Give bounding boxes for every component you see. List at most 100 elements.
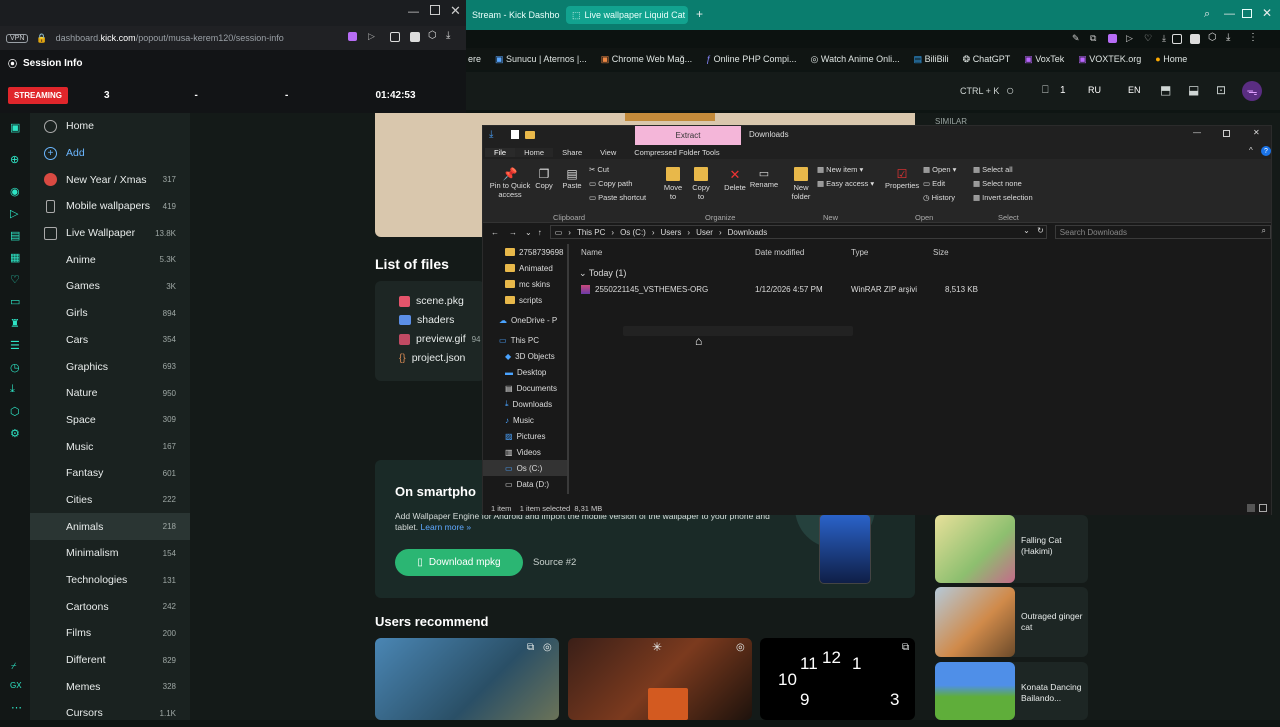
whatsapp-icon[interactable]: ◉ — [10, 185, 20, 198]
cut-button[interactable]: ✂ Cut — [589, 165, 609, 174]
lang-ru[interactable]: RU — [1088, 85, 1101, 95]
minimize-icon[interactable]: — — [1193, 128, 1201, 137]
edit-button[interactable]: ▭ Edit — [923, 179, 945, 188]
tree-item[interactable]: scripts — [483, 292, 569, 308]
bookmark-item[interactable]: ƒ Online PHP Compi... — [706, 54, 796, 64]
restore-icon[interactable] — [1242, 9, 1252, 18]
tree-item[interactable]: ♪ Music — [483, 412, 569, 428]
heart-icon[interactable]: ♡ — [1144, 33, 1152, 44]
sidebar-item-cartoons[interactable]: Cartoons 242 — [30, 593, 190, 620]
notification-icon[interactable]: ⎕ — [1042, 84, 1049, 97]
gx-icon[interactable]: GX — [10, 681, 22, 690]
sidebar-item-home[interactable]: Home — [30, 113, 190, 140]
folder-icon[interactable] — [525, 131, 535, 139]
download-icon[interactable]: ⤓ — [10, 383, 15, 396]
download-mpkg-button[interactable]: ▯ Download mpkg — [395, 549, 523, 576]
file-item[interactable]: shaders — [399, 314, 454, 326]
download-icon[interactable]: ⤓ — [1162, 33, 1166, 44]
tree-item[interactable]: ☁ OneDrive - P — [483, 312, 569, 328]
lang-en[interactable]: EN — [1128, 85, 1141, 95]
recent-icon[interactable]: ⌄ — [525, 228, 532, 237]
tree-item[interactable]: ▭ This PC — [483, 332, 569, 348]
sidebar-item-animals[interactable]: Animals 218 — [30, 513, 190, 540]
discord-icon[interactable]: ⊕ — [10, 153, 19, 166]
refresh-icon[interactable]: ↻ — [1037, 226, 1044, 235]
notes-icon[interactable]: ▭ — [10, 295, 20, 308]
tree-item[interactable]: ▭ Data (D:) — [483, 476, 569, 492]
crumb[interactable]: User — [696, 228, 713, 237]
tab-file[interactable]: File — [485, 147, 516, 157]
more-icon[interactable]: ⋯ — [11, 701, 22, 714]
search-icon[interactable]: ⌕ — [1204, 8, 1210, 21]
sidebar-item-music[interactable]: Music 167 — [30, 433, 190, 460]
tab-home[interactable]: Home — [515, 147, 554, 157]
sidebar-item-memes[interactable]: Memes 328 — [30, 673, 190, 700]
file-item[interactable]: preview.gif 94 — [399, 333, 481, 345]
sidebar-item-technologies[interactable]: Technologies 131 — [30, 567, 190, 594]
file-item[interactable]: {} project.json — [399, 352, 465, 364]
extension-icon[interactable]: ✎ — [1072, 33, 1080, 44]
move-to-button[interactable]: Move to — [661, 167, 685, 201]
tree-item[interactable]: ⤓ Downloads — [483, 396, 569, 412]
tree-item[interactable]: ▨ Pictures — [483, 428, 569, 444]
download-icon[interactable]: ⤓ — [446, 30, 450, 41]
collapse-icon[interactable]: ⌿ — [11, 661, 16, 672]
tree-item[interactable]: mc skins — [483, 276, 569, 292]
similar-item[interactable]: Outraged ginger cat — [935, 587, 1088, 657]
copy-icon[interactable]: ⧉ — [1090, 33, 1096, 44]
tree-item-selected[interactable]: ▭ Os (C:) — [483, 460, 569, 476]
send-icon[interactable]: ▷ — [368, 31, 375, 42]
help-icon[interactable]: ? — [1261, 146, 1271, 156]
search-box[interactable]: Search Downloads ⌕ — [1054, 225, 1271, 239]
sidebar-item-live-wallpaper[interactable]: Live Wallpaper 13.8K — [30, 220, 190, 247]
crumb[interactable]: This PC — [577, 228, 605, 237]
trophy-icon[interactable]: ♜ — [10, 317, 20, 330]
paste-shortcut-button[interactable]: ▭ Paste shortcut — [589, 193, 646, 202]
messenger-icon[interactable]: ▣ — [10, 121, 20, 134]
sidebar-item-cursors[interactable]: Cursors 1.1K — [30, 700, 190, 727]
details-view-icon[interactable] — [1247, 504, 1255, 512]
column-size[interactable]: Size — [933, 248, 949, 257]
sidebar-item-girls[interactable]: Girls 894 — [30, 300, 190, 327]
paste-button[interactable]: ▤ Paste — [561, 167, 583, 190]
sidebar-item-add[interactable]: + Add — [30, 140, 190, 167]
settings-icon[interactable]: ⚙ — [10, 427, 20, 440]
close-icon[interactable]: ✕ — [450, 3, 461, 19]
history-icon[interactable]: ◷ — [10, 361, 20, 374]
collapse-ribbon-icon[interactable]: ^ — [1249, 146, 1253, 155]
copy-path-button[interactable]: ▭ Copy path — [589, 179, 632, 188]
tab-kick-dashboard[interactable]: Stream - Kick Dashbo — [466, 6, 562, 24]
history-button[interactable]: ◷ History — [923, 193, 955, 202]
crumb[interactable]: Downloads — [728, 228, 768, 237]
popup-address-bar[interactable]: VPN 🔒 dashboard.kick.com/popout/musa-ker… — [0, 26, 466, 50]
properties-button[interactable]: ☑ Properties — [885, 167, 919, 190]
bookmark-item[interactable]: ❂ ChatGPT — [963, 54, 1011, 65]
sidebar-item-minimalism[interactable]: Minimalism 154 — [30, 540, 190, 567]
column-name[interactable]: Name — [581, 248, 602, 257]
twitch-icon[interactable]: ▤ — [10, 229, 20, 242]
puzzle-icon[interactable]: ⬡ — [1208, 32, 1217, 43]
bookmark-icon[interactable]: ⊡ — [1216, 83, 1226, 97]
crumb[interactable]: Os (C:) — [620, 228, 646, 237]
minimize-icon[interactable]: — — [1224, 8, 1235, 20]
new-tab-icon[interactable]: + — [696, 7, 703, 21]
close-icon[interactable]: ✕ — [1262, 6, 1272, 20]
sidebar-item-fantasy[interactable]: Fantasy 601 — [30, 460, 190, 487]
crumb[interactable]: Users — [661, 228, 682, 237]
sidebar-item-new-year[interactable]: New Year / Xmas 317 — [30, 166, 190, 193]
play-icon[interactable]: ▷ — [1126, 33, 1133, 44]
vpn-badge[interactable]: VPN — [6, 33, 29, 43]
group-today[interactable]: ⌄ Today (1) — [579, 268, 626, 279]
vpn-extension-icon[interactable] — [1108, 34, 1117, 43]
tab-share[interactable]: Share — [553, 148, 591, 157]
extension-icon[interactable] — [348, 32, 357, 41]
column-type[interactable]: Type — [851, 248, 868, 257]
learn-more-link[interactable]: Learn more » — [421, 522, 472, 532]
rename-button[interactable]: ▭ Rename — [749, 167, 779, 189]
bookmark-item[interactable]: ▤ BiliBili — [914, 54, 949, 65]
sidebar-item-games[interactable]: Games 3K — [30, 273, 190, 300]
recommend-thumb-clock[interactable]: 12 11 1 10 9 3 ⧉ — [760, 638, 915, 720]
sidebar-item-graphics[interactable]: Graphics 693 — [30, 353, 190, 380]
sidebar-item-anime[interactable]: Anime 5.3K — [30, 246, 190, 273]
similar-item[interactable]: Konata Dancing Bailando... — [935, 662, 1088, 720]
